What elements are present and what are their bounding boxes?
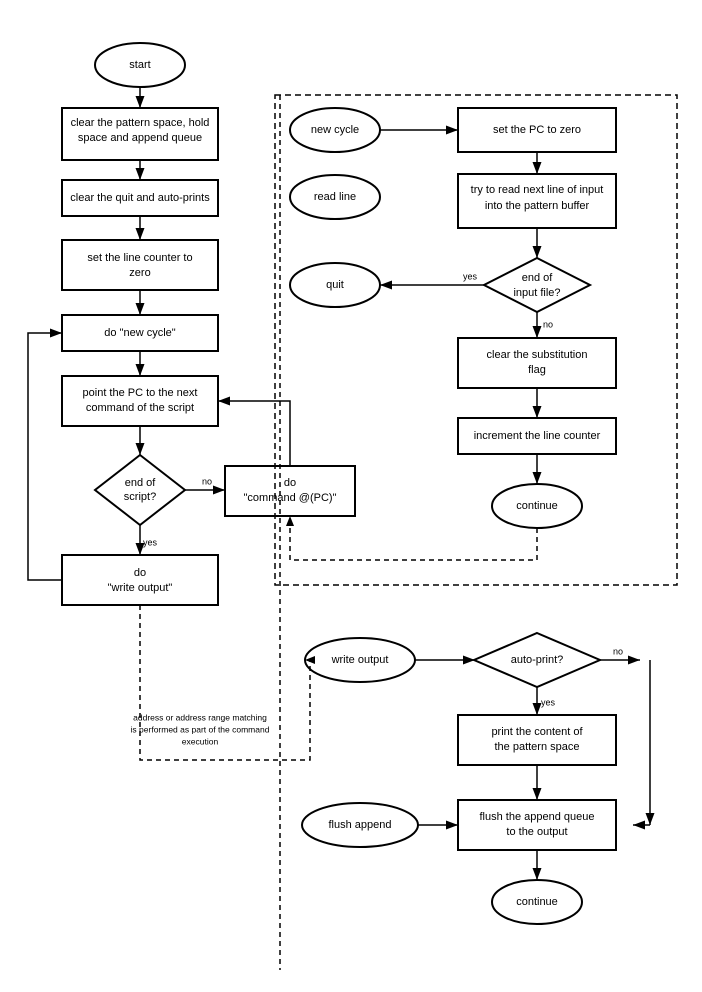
flowchart-svg: start clear the pattern space, hold spac… xyxy=(0,0,702,992)
try-read-label2: into the pattern buffer xyxy=(485,200,590,212)
yes-label-input: yes xyxy=(463,271,478,281)
do-new-cycle-label: do "new cycle" xyxy=(104,327,175,339)
write-output-label: write output xyxy=(331,654,389,666)
no-label-auto: no xyxy=(613,646,623,656)
do-command-label: do xyxy=(284,477,296,489)
flush-queue-label: flush the append queue xyxy=(480,811,595,823)
end-input-diamond xyxy=(484,258,590,312)
print-pattern-label2: the pattern space xyxy=(494,741,579,753)
new-cycle-label: new cycle xyxy=(311,124,359,136)
quit-label: quit xyxy=(326,279,344,291)
point-pc-label2: command of the script xyxy=(86,402,194,414)
end-script-label: end of xyxy=(125,477,157,489)
flush-queue-label2: to the output xyxy=(506,826,567,838)
do-write-output-label2: "write output" xyxy=(108,582,173,594)
increment-label: increment the line counter xyxy=(474,430,601,442)
clear-quit-label: clear the quit and auto-prints xyxy=(70,192,210,204)
yes-label-script: yes xyxy=(143,537,158,547)
address-note1: address or address range matching xyxy=(133,712,267,722)
end-script-label2: script? xyxy=(124,491,156,503)
clear-pattern-label2: space and append queue xyxy=(78,132,202,144)
flush-append-label: flush append xyxy=(329,819,392,831)
point-pc-label: point the PC to the next xyxy=(83,387,198,399)
start-label: start xyxy=(129,59,150,71)
clear-sub-label: clear the substitution xyxy=(487,349,588,361)
set-pc-label: set the PC to zero xyxy=(493,124,581,136)
do-write-output-box xyxy=(62,555,218,605)
print-pattern-label: print the content of xyxy=(491,726,583,738)
address-note3: execution xyxy=(182,736,219,746)
end-input-label2: input file? xyxy=(513,287,560,299)
read-line-label: read line xyxy=(314,191,356,203)
continue1-label: continue xyxy=(516,500,558,512)
clear-pattern-label: clear the pattern space, hold xyxy=(71,117,210,129)
do-command-label2: "command @(PC)" xyxy=(244,492,337,504)
set-line-label2: zero xyxy=(129,267,150,279)
continue2-label: continue xyxy=(516,896,558,908)
set-line-box xyxy=(62,240,218,290)
no-label-script: no xyxy=(202,476,212,486)
end-input-label: end of xyxy=(522,272,554,284)
do-write-output-label: do xyxy=(134,567,146,579)
address-note2: is performed as part of the command xyxy=(131,724,270,734)
no-label-input: no xyxy=(543,319,553,329)
auto-print-label: auto-print? xyxy=(511,654,564,666)
set-line-label: set the line counter to xyxy=(87,252,192,264)
yes-label-auto: yes xyxy=(541,697,556,707)
try-read-label: try to read next line of input xyxy=(471,184,604,196)
clear-sub-label2: flag xyxy=(528,364,546,376)
